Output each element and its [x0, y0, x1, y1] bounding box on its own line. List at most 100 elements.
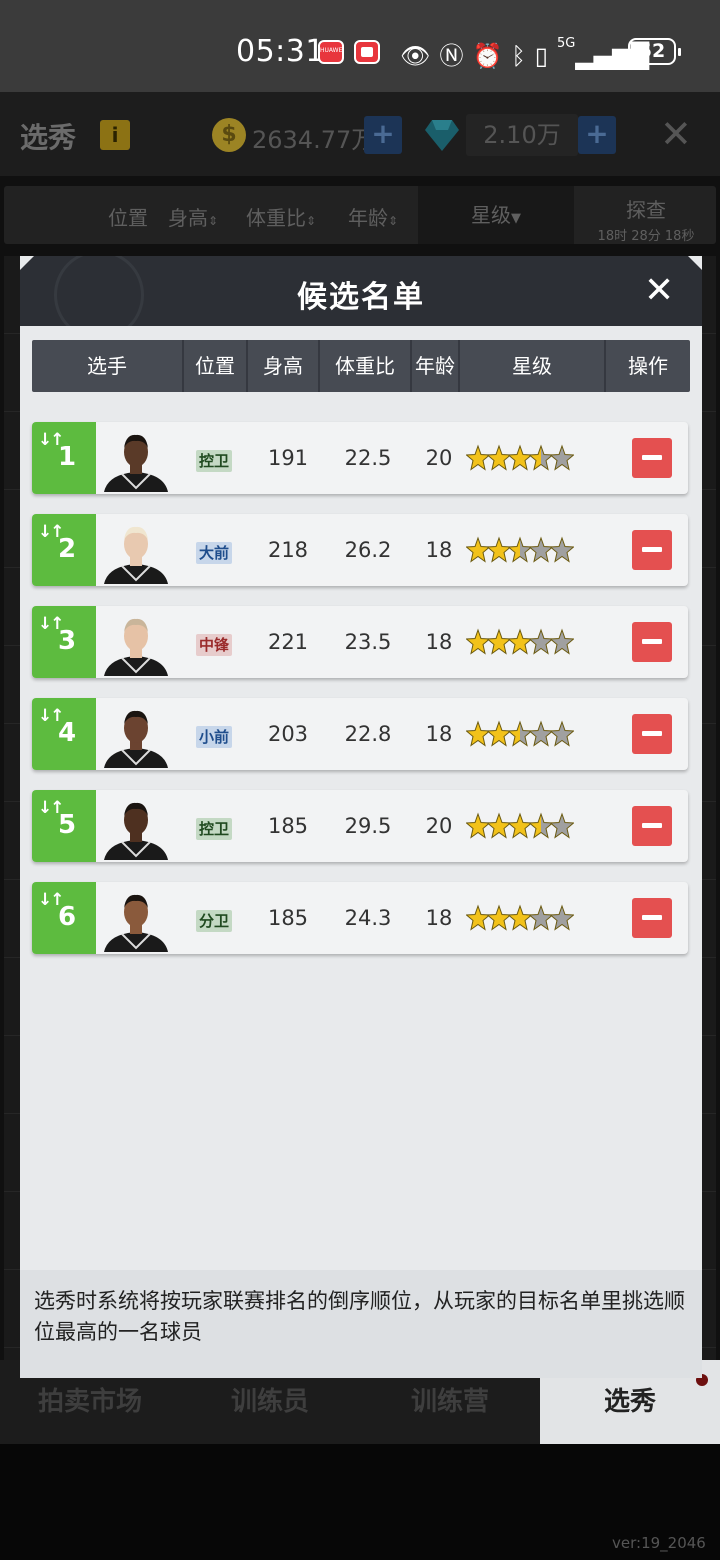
version-label: ver:19_2046	[612, 1534, 706, 1552]
add-coins-button[interactable]: +	[364, 116, 402, 154]
player-avatar	[100, 890, 172, 952]
network-type: 5G	[556, 36, 576, 51]
drag-rank-handle[interactable]: ↓↑ 5	[32, 790, 96, 862]
player-weight-ratio: 22.5	[344, 446, 392, 470]
status-time: 05:31	[236, 34, 325, 69]
star-rating	[465, 904, 575, 934]
star-icon	[549, 812, 575, 840]
player-weight-ratio: 29.5	[344, 814, 392, 838]
star-rating	[465, 720, 575, 750]
col-stars: 星级	[460, 340, 606, 392]
close-modal-button[interactable]: ✕	[644, 270, 674, 311]
remove-candidate-button[interactable]	[632, 622, 672, 662]
position-badge: 中锋	[196, 634, 232, 656]
scout-label: 探查	[626, 198, 666, 222]
remove-candidate-button[interactable]	[632, 806, 672, 846]
rank-number: 6	[58, 902, 77, 932]
candidate-row[interactable]: ↓↑ 5 控卫 185 29.5 20	[32, 790, 688, 862]
star-icon	[549, 628, 575, 656]
battery-icon: 52	[628, 38, 681, 65]
filter-position[interactable]: 位置	[108, 202, 148, 231]
player-height: 191	[267, 446, 309, 470]
player-age: 20	[425, 814, 453, 838]
player-age: 18	[425, 630, 453, 654]
nfc-icon: Ⓝ	[439, 42, 473, 70]
star-icon	[549, 720, 575, 748]
candidate-row[interactable]: ↓↑ 4 小前 203 22.8 18	[32, 698, 688, 770]
remove-candidate-button[interactable]	[632, 898, 672, 938]
alarm-icon: ⏰	[472, 42, 512, 70]
candidate-row[interactable]: ↓↑ 2 大前 218 26.2 18	[32, 514, 688, 586]
drag-rank-handle[interactable]: ↓↑ 4	[32, 698, 96, 770]
drag-rank-handle[interactable]: ↓↑ 2	[32, 514, 96, 586]
note-text: 选秀时系统将按玩家联赛排名的倒序顺位，从玩家的目标名单里挑选顺位最高的一名球员	[34, 1289, 685, 1344]
star-rating	[465, 628, 575, 658]
info-icon[interactable]: i	[100, 120, 130, 150]
star-rating	[465, 444, 575, 474]
rank-number: 1	[58, 442, 77, 472]
filter-height[interactable]: 身高⇕	[168, 202, 218, 231]
diamond-icon	[425, 120, 459, 151]
status-bar: 05:31 HUAWEI 👁Ⓝ⏰ᛒ▯5G▂▄▆█ 52	[0, 0, 720, 92]
star-icon	[549, 536, 575, 564]
filter-weight-ratio[interactable]: 体重比⇕	[246, 202, 316, 231]
sort-icon: ⇕	[306, 214, 317, 228]
position-badge: 小前	[196, 726, 232, 748]
col-weight-ratio: 体重比	[320, 340, 412, 392]
player-weight-ratio: 22.8	[344, 722, 392, 746]
sort-icon: ⇕	[388, 214, 399, 228]
player-height: 185	[267, 906, 309, 930]
col-player: 选手	[32, 340, 184, 392]
player-avatar	[100, 798, 172, 860]
candidate-row[interactable]: ↓↑ 6 分卫 185 24.3 18	[32, 882, 688, 954]
drag-rank-handle[interactable]: ↓↑ 3	[32, 606, 96, 678]
scout-button[interactable]: 探查 18时 28分 18秒	[592, 194, 700, 244]
player-age: 20	[425, 446, 453, 470]
page-title: 选秀	[20, 121, 77, 154]
player-age: 18	[425, 906, 453, 930]
close-page-button[interactable]: ✕	[660, 112, 692, 156]
candidate-list-modal: 候选名单 ✕ 选手 位置 身高 体重比 年龄 星级 操作 ↓↑ 1 控卫 191 22.…	[20, 256, 702, 1378]
candidate-row[interactable]: ↓↑ 3 中锋 221 23.5 18	[32, 606, 688, 678]
player-height: 221	[267, 630, 309, 654]
player-age: 18	[425, 722, 453, 746]
player-height: 203	[267, 722, 309, 746]
huawei-app-icon: HUAWEI	[318, 40, 344, 64]
table-header: 选手 位置 身高 体重比 年龄 星级 操作	[32, 340, 690, 392]
drag-rank-handle[interactable]: ↓↑ 1	[32, 422, 96, 494]
rank-number: 3	[58, 626, 77, 656]
drag-rank-handle[interactable]: ↓↑ 6	[32, 882, 96, 954]
chevron-down-icon: ▼	[511, 211, 521, 226]
position-badge: 大前	[196, 542, 232, 564]
filter-age[interactable]: 年龄⇕	[348, 202, 398, 231]
remove-candidate-button[interactable]	[632, 714, 672, 754]
col-age: 年龄	[412, 340, 460, 392]
add-gems-button[interactable]: +	[578, 116, 616, 154]
vibrate-icon: ▯	[534, 42, 557, 70]
col-position: 位置	[184, 340, 248, 392]
candidate-row[interactable]: ↓↑ 1 控卫 191 22.5 20	[32, 422, 688, 494]
filter-stars[interactable]: 星级▼	[418, 186, 574, 244]
remove-candidate-button[interactable]	[632, 438, 672, 478]
coin-balance: 2634.77万	[252, 126, 376, 154]
coin-icon: $	[212, 118, 246, 152]
col-height: 身高	[248, 340, 320, 392]
player-weight-ratio: 24.3	[344, 906, 392, 930]
rank-number: 2	[58, 534, 77, 564]
star-rating	[465, 536, 575, 566]
remove-candidate-button[interactable]	[632, 530, 672, 570]
rank-number: 4	[58, 718, 77, 748]
gem-balance: 2.10万	[466, 114, 578, 156]
sort-icon: ⇕	[208, 214, 219, 228]
eye-icon: 👁	[400, 42, 440, 70]
notification-app-icon	[354, 40, 380, 64]
position-badge: 分卫	[196, 910, 232, 932]
player-weight-ratio: 23.5	[344, 630, 392, 654]
position-badge: 控卫	[196, 450, 232, 472]
player-avatar	[100, 522, 172, 584]
rank-number: 5	[58, 810, 77, 840]
modal-title: 候选名单	[297, 280, 425, 315]
scout-timer: 18时 28分 18秒	[597, 229, 695, 244]
player-height: 185	[267, 814, 309, 838]
bluetooth-icon: ᛒ	[511, 42, 535, 70]
